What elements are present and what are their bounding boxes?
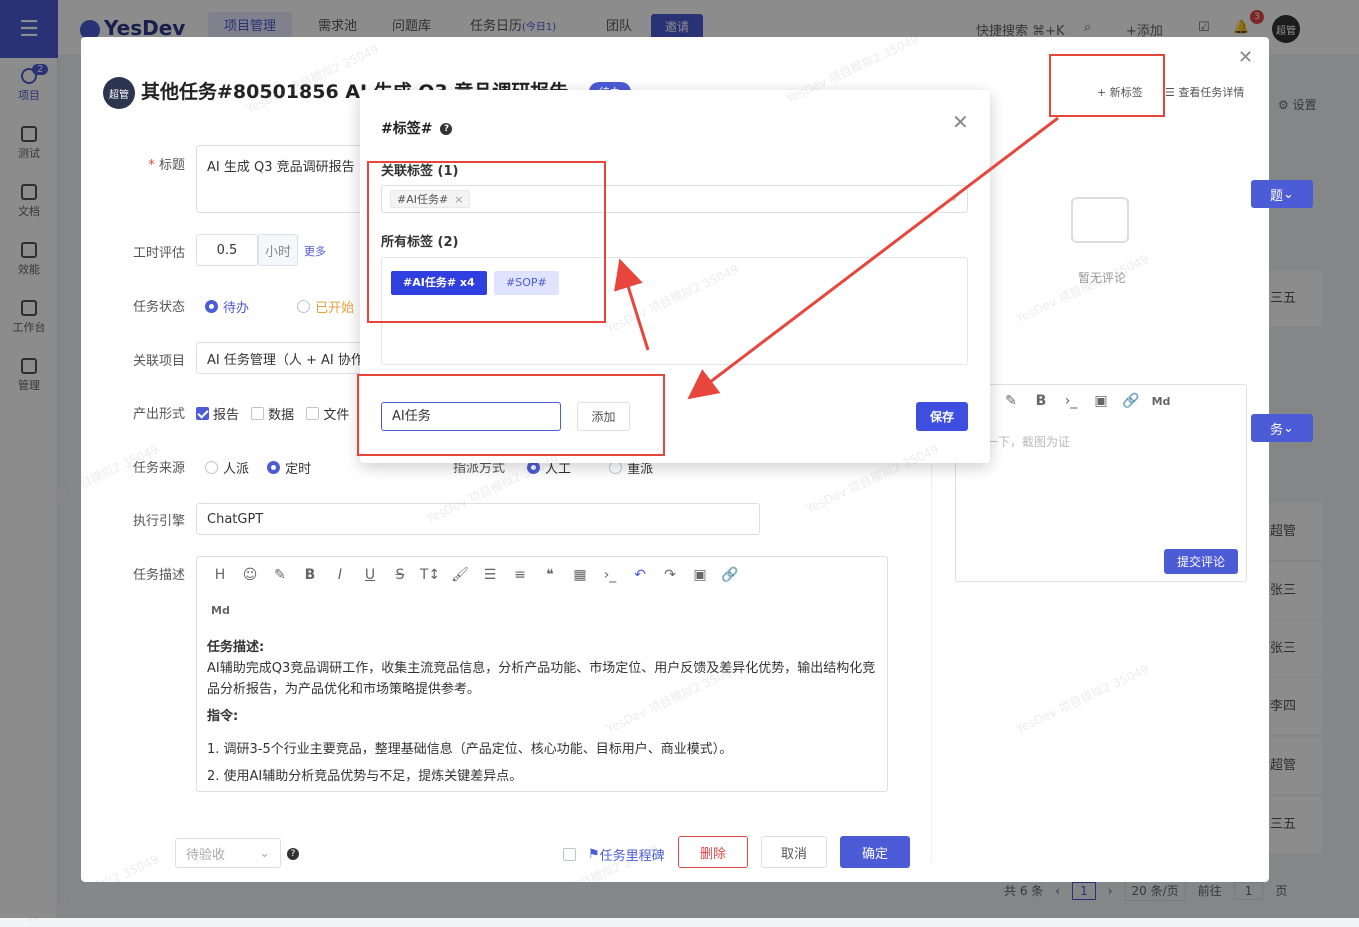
arrow-to-input [687, 116, 1059, 400]
annotation-arrows [614, 116, 1059, 400]
windows-activation-notice: 激活 Windows 转到"设置"以激活 Windows。 [1072, 824, 1264, 871]
windows-activation-title: 激活 Windows [1072, 828, 1201, 850]
windows-activation-subtitle: 转到"设置"以激活 Windows。 [1072, 854, 1264, 870]
